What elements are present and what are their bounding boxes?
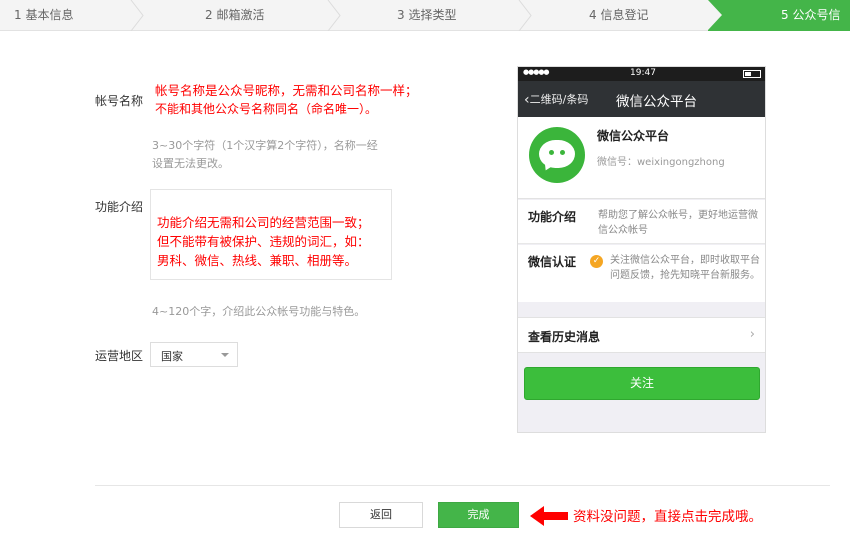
account-name-note-line1: 帐号名称是公众号昵称，无需和公司名称一样；	[155, 83, 418, 98]
steps-bar: 1 基本信息 2 邮箱激活 3 选择类型 4 信息登记 5 公众号信息	[0, 0, 850, 53]
step-account-info: 5 公众号信息	[781, 8, 841, 53]
intro-row-text: 帮助您了解公众帐号，更好地运营微信公众帐号	[598, 210, 758, 236]
nav-back-button: ‹二维码/条码	[524, 91, 589, 108]
phone-preview: ●●●●● 19:47 ‹二维码/条码 微信公众平台 微信公众平台 微信号：we…	[517, 66, 766, 433]
nav-title: 微信公众平台	[616, 94, 697, 110]
intro-row-label: 功能介绍	[528, 210, 577, 224]
region-select[interactable]: 国家	[150, 342, 238, 367]
step-info-registration: 4 信息登记	[589, 8, 649, 22]
chevron-left-icon: ‹	[524, 92, 530, 108]
step-email-activation: 2 邮箱激活	[205, 8, 265, 22]
phone-nav-bar: ‹二维码/条码 微信公众平台	[518, 81, 765, 117]
step-divider	[518, 0, 532, 31]
step-active-tip	[708, 0, 722, 30]
verify-row-label: 微信认证	[528, 255, 577, 269]
chevron-right-icon: ›	[749, 327, 755, 342]
intro-textarea[interactable]: 功能介绍无需和公司的经营范围一致； 但不能带有被保护、违规的词汇，如： 男科、微…	[150, 189, 392, 280]
region-select-value: 国家	[161, 350, 183, 363]
history-row: 查看历史消息 ›	[518, 317, 765, 353]
back-button[interactable]: 返回	[339, 502, 423, 528]
step-basic-info: 1 基本信息	[14, 8, 74, 22]
account-name-hint: 3~30个字符（1个汉字算2个字符），名称一经 设置无法更改。	[152, 137, 378, 173]
region-label: 运营地区	[95, 349, 144, 363]
account-name-note-line2: 不能和其他公众号名称同名（命名唯一）。	[155, 102, 378, 116]
step-choose-type: 3 选择类型	[397, 8, 457, 22]
wechat-logo-icon	[529, 127, 585, 183]
annotation-text: 资料没问题，直接点击完成哦。	[573, 509, 762, 525]
account-name-label: 帐号名称	[95, 94, 144, 108]
nav-back-label: 二维码/条码	[529, 93, 589, 106]
verify-row-text: 关注微信公众平台，即时收取平台问题反馈，抢先知晓平台新服务。	[610, 255, 760, 281]
profile-card: 微信公众平台 微信号：weixingongzhong	[518, 117, 765, 199]
step-divider	[130, 0, 144, 31]
history-label: 查看历史消息	[528, 330, 601, 344]
account-name-hint-line1: 3~30个字符（1个汉字算2个字符），名称一经	[152, 139, 378, 152]
intro-hint: 4~120个字，介绍此公众帐号功能与特色。	[152, 305, 366, 318]
verified-check-icon: ✓	[590, 255, 603, 268]
intro-note-line2: 但不能带有被保护、违规的词汇，如：	[157, 234, 370, 249]
signal-icon: ●●●●●	[523, 68, 550, 76]
account-name-note: 帐号名称是公众号昵称，无需和公司名称一样； 不能和其他公众号名称同名（命名唯一）…	[155, 81, 418, 119]
intro-label: 功能介绍	[95, 200, 144, 214]
verify-row: 微信认证 ✓ 关注微信公众平台，即时收取平台问题反馈，抢先知晓平台新服务。	[518, 245, 765, 302]
footer-divider	[95, 485, 830, 486]
step-divider	[327, 0, 341, 31]
phone-status-bar: ●●●●● 19:47	[518, 67, 765, 81]
done-button[interactable]: 完成	[438, 502, 519, 528]
profile-id: 微信号：weixingongzhong	[597, 157, 725, 168]
account-name-hint-line2: 设置无法更改。	[152, 157, 229, 170]
status-time: 19:47	[630, 68, 656, 78]
follow-button: 关注	[524, 367, 760, 400]
battery-icon	[743, 70, 761, 78]
intro-note-line1: 功能介绍无需和公司的经营范围一致；	[157, 215, 370, 230]
arrow-left-icon	[530, 506, 568, 526]
intro-row: 功能介绍 帮助您了解公众帐号，更好地运营微信公众帐号	[518, 200, 765, 244]
account-name-input[interactable]: 帐号名称是公众号昵称，无需和公司名称一样； 不能和其他公众号名称同名（命名唯一）…	[150, 80, 420, 117]
profile-name: 微信公众平台	[597, 129, 670, 143]
intro-note: 功能介绍无需和公司的经营范围一致； 但不能带有被保护、违规的词汇，如： 男科、微…	[157, 213, 370, 270]
chevron-down-icon	[221, 353, 229, 357]
intro-note-line3: 男科、微信、热线、兼职、相册等。	[157, 253, 358, 268]
